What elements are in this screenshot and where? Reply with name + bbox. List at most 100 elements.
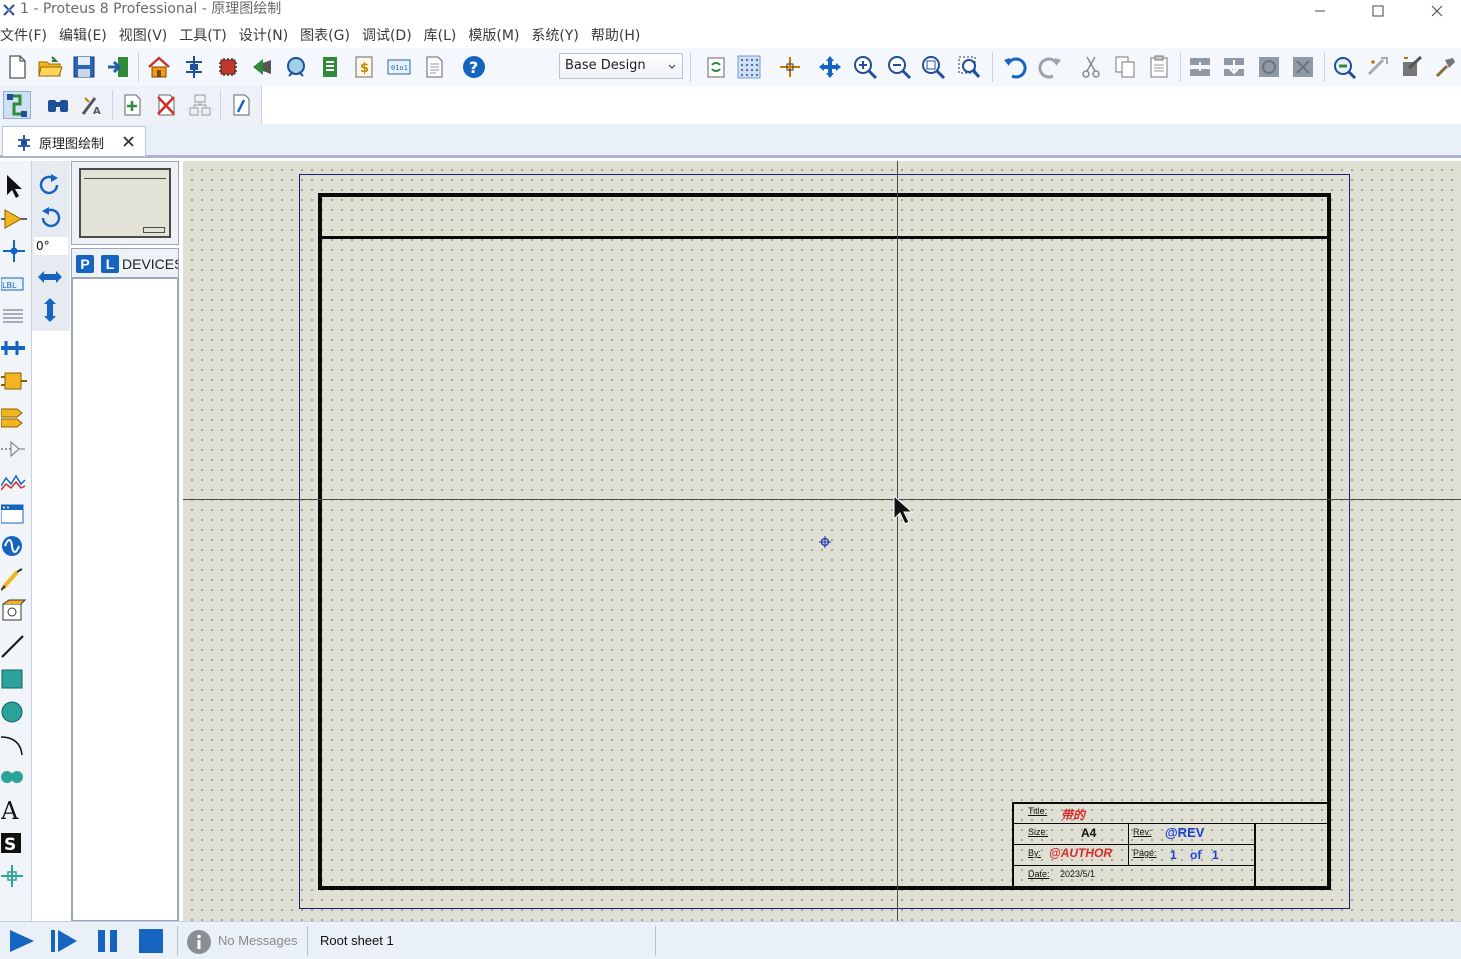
netlist-icon[interactable]: [227, 91, 255, 119]
redo-icon[interactable]: [1036, 53, 1064, 81]
new-file-icon[interactable]: [3, 53, 31, 81]
undo-icon[interactable]: [1001, 53, 1029, 81]
menu-file[interactable]: 文件(F): [0, 24, 47, 48]
make-device-icon[interactable]: [1364, 53, 1392, 81]
bom-icon[interactable]: [316, 53, 344, 81]
source-code-icon[interactable]: 01o1: [385, 53, 413, 81]
menu-view[interactable]: 视图(V): [119, 24, 168, 48]
refresh-icon[interactable]: [702, 53, 730, 81]
tape-recorder-icon[interactable]: [0, 500, 28, 528]
grid-icon[interactable]: [735, 53, 763, 81]
pcb-icon[interactable]: [214, 53, 242, 81]
junction-dot-icon[interactable]: [0, 237, 28, 265]
mouse-pointer-icon: [893, 495, 914, 525]
decompose-icon[interactable]: [1432, 53, 1460, 81]
2d-circle-icon[interactable]: [0, 698, 28, 726]
buses-icon[interactable]: [0, 334, 28, 362]
2d-box-icon[interactable]: [0, 665, 28, 693]
schematic-canvas[interactable]: Title: 带的 Size: A4 Rev: @REV By: @AUTHOR…: [183, 161, 1461, 921]
rotation-angle-field[interactable]: 0°: [34, 237, 68, 255]
menu-help[interactable]: 帮助(H): [591, 24, 640, 48]
step-icon[interactable]: [49, 928, 79, 954]
menu-edit[interactable]: 编辑(E): [59, 24, 107, 48]
graph-icon[interactable]: [0, 467, 28, 495]
save-icon[interactable]: [70, 53, 98, 81]
library-manager-button[interactable]: L: [101, 255, 119, 273]
2d-marker-icon[interactable]: [0, 862, 28, 890]
notes-icon[interactable]: [420, 53, 448, 81]
wire-autorouter-icon[interactable]: [3, 91, 31, 119]
menu-library[interactable]: 库(L): [424, 24, 457, 48]
cut-icon[interactable]: [1077, 53, 1105, 81]
block-rotate-icon[interactable]: [1255, 53, 1283, 81]
design-variant-select[interactable]: Base Design: [559, 53, 683, 79]
2d-text-icon[interactable]: A: [0, 796, 28, 824]
mirror-horizontal-icon[interactable]: [36, 263, 64, 291]
info-icon[interactable]: [186, 929, 212, 955]
voltage-probe-icon[interactable]: [0, 565, 28, 593]
paste-icon[interactable]: [1145, 53, 1173, 81]
menu-system[interactable]: 系统(Y): [531, 24, 578, 48]
menu-graph[interactable]: 图表(G): [300, 24, 350, 48]
block-delete-icon[interactable]: [1289, 53, 1317, 81]
zoom-out-icon[interactable]: [885, 53, 913, 81]
messages-status[interactable]: No Messages: [218, 933, 297, 948]
overview-window[interactable]: [71, 161, 179, 245]
copy-icon[interactable]: [1111, 53, 1139, 81]
search-tag-icon[interactable]: [44, 91, 72, 119]
menu-tools[interactable]: 工具(T): [179, 24, 226, 48]
3d-view-icon[interactable]: [248, 53, 276, 81]
component-mode-icon[interactable]: [0, 205, 28, 233]
close-tab-icon[interactable]: [122, 135, 135, 148]
play-icon[interactable]: [6, 928, 36, 954]
pan-icon[interactable]: [816, 53, 844, 81]
import-icon[interactable]: [104, 53, 132, 81]
terminals-icon[interactable]: [0, 402, 28, 430]
title-block[interactable]: Title: 带的 Size: A4 Rev: @REV By: @AUTHOR…: [1012, 802, 1328, 887]
2d-arc-icon[interactable]: [0, 730, 28, 758]
svg-text:S: S: [4, 835, 16, 855]
2d-path-icon[interactable]: [0, 763, 28, 791]
menu-design[interactable]: 设计(N): [239, 24, 288, 48]
goto-sheet-icon[interactable]: [186, 91, 214, 119]
pick-device-icon[interactable]: [1330, 53, 1358, 81]
schematic-icon[interactable]: [180, 53, 208, 81]
virtual-instrument-icon[interactable]: [0, 597, 28, 625]
gerber-icon[interactable]: [282, 53, 310, 81]
wire-label-icon[interactable]: LBL: [0, 269, 28, 297]
block-move-icon[interactable]: [1220, 53, 1248, 81]
pause-icon[interactable]: [93, 928, 123, 954]
minimize-icon[interactable]: [1297, 0, 1343, 22]
help-icon[interactable]: ?: [460, 53, 488, 81]
tab-schematic-capture[interactable]: 原理图绘制: [2, 126, 146, 156]
zoom-all-icon[interactable]: [919, 53, 947, 81]
2d-line-icon[interactable]: [0, 632, 28, 660]
mirror-vertical-icon[interactable]: [36, 296, 64, 324]
new-sheet-icon[interactable]: [118, 91, 146, 119]
rotate-clockwise-icon[interactable]: [36, 172, 64, 200]
stop-icon[interactable]: [136, 928, 166, 954]
device-list[interactable]: [71, 278, 179, 922]
zoom-in-icon[interactable]: [851, 53, 879, 81]
subcircuit-icon[interactable]: [0, 367, 28, 395]
menu-debug[interactable]: 调试(D): [362, 24, 412, 48]
property-assign-icon[interactable]: A: [78, 91, 106, 119]
packaging-icon[interactable]: [1398, 53, 1426, 81]
block-copy-icon[interactable]: [1186, 53, 1214, 81]
open-folder-icon[interactable]: [36, 53, 64, 81]
selection-mode-icon[interactable]: [0, 172, 28, 200]
home-icon[interactable]: [145, 53, 173, 81]
pick-devices-button[interactable]: P: [76, 255, 94, 273]
generator-icon[interactable]: [0, 532, 28, 560]
close-icon[interactable]: [1414, 0, 1460, 22]
origin-icon[interactable]: [776, 53, 804, 81]
zoom-area-icon[interactable]: [955, 53, 983, 81]
cost-icon[interactable]: $: [350, 53, 378, 81]
2d-symbol-icon[interactable]: S: [0, 829, 28, 857]
menu-template[interactable]: 模版(M): [468, 24, 519, 48]
text-script-icon[interactable]: [0, 302, 28, 330]
maximize-icon[interactable]: [1355, 0, 1401, 22]
rotate-anticlockwise-icon[interactable]: [36, 205, 64, 233]
device-pins-icon[interactable]: [0, 435, 28, 463]
delete-sheet-icon[interactable]: [152, 91, 180, 119]
